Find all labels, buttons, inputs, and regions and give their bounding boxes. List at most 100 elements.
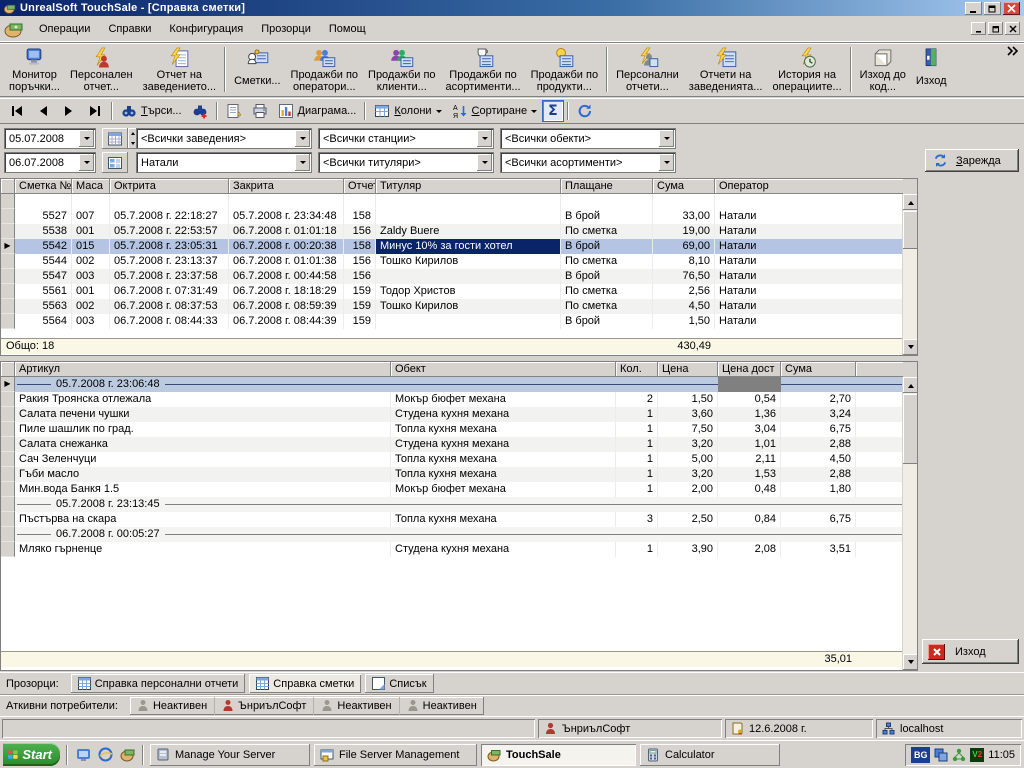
- table-cell[interactable]: 1,36: [718, 407, 781, 422]
- table-cell[interactable]: Студена кухня механа: [391, 437, 616, 452]
- station-filter-select[interactable]: <Всички станции>: [318, 128, 494, 149]
- scroll-thumb[interactable]: [903, 211, 918, 249]
- table-cell[interactable]: По сметка: [561, 284, 653, 299]
- load-button[interactable]: Зарежда: [925, 149, 1019, 172]
- column-header[interactable]: Артикул: [15, 362, 391, 377]
- table-cell[interactable]: 5561: [15, 284, 72, 299]
- table-cell[interactable]: В брой: [561, 209, 653, 224]
- date-to-picker[interactable]: 06.07.2008: [4, 152, 96, 173]
- search-next-button[interactable]: [187, 100, 213, 122]
- table-cell[interactable]: Салата печени чушки: [15, 407, 391, 422]
- task-touchsale[interactable]: TouchSale: [481, 744, 636, 766]
- table-cell[interactable]: 06.7.2008 г. 01:01:18: [229, 224, 344, 239]
- table-cell[interactable]: 1: [616, 407, 658, 422]
- table-cell[interactable]: 5538: [15, 224, 72, 239]
- table-cell[interactable]: 1: [616, 422, 658, 437]
- exit-to-code-button[interactable]: Изход докод...: [855, 45, 911, 94]
- titular-filter-select[interactable]: <Всички титуляри>: [318, 152, 494, 173]
- table-cell[interactable]: 6,75: [781, 422, 856, 437]
- table-cell[interactable]: [72, 194, 110, 209]
- user-slot-1[interactable]: Неактивен: [130, 697, 215, 715]
- table-cell[interactable]: 3,20: [658, 437, 718, 452]
- tab-list[interactable]: Списък: [365, 674, 433, 693]
- table-cell[interactable]: 1,53: [718, 467, 781, 482]
- table-cell[interactable]: 002: [72, 254, 110, 269]
- table-cell[interactable]: [110, 194, 229, 209]
- table-cell[interactable]: Студена кухня механа: [391, 407, 616, 422]
- table-cell[interactable]: 2,50: [658, 512, 718, 527]
- table-cell[interactable]: По сметка: [561, 299, 653, 314]
- table-cell[interactable]: 05.7.2008 г. 22:18:27: [110, 209, 229, 224]
- table-cell[interactable]: 5542: [15, 239, 72, 254]
- menu-configuration[interactable]: Конфигурация: [160, 20, 252, 38]
- column-header[interactable]: Оператор: [715, 179, 903, 194]
- table-cell[interactable]: Мляко гърненце: [15, 542, 391, 557]
- table-cell[interactable]: 05.7.2008 г. 23:05:31: [110, 239, 229, 254]
- table-cell[interactable]: Натали: [715, 254, 903, 269]
- table-cell[interactable]: Топла кухня механа: [391, 422, 616, 437]
- user-slot-3[interactable]: Неактивен: [314, 697, 399, 715]
- items-grid-scrollbar[interactable]: [902, 377, 917, 670]
- column-header[interactable]: Титуляр: [376, 179, 561, 194]
- table-row[interactable]: 554700305.7.2008 г. 23:37:5806.7.2008 г.…: [1, 269, 917, 284]
- column-header[interactable]: Отчет №: [344, 179, 376, 194]
- table-cell[interactable]: [376, 269, 561, 284]
- calendar-button[interactable]: [102, 128, 128, 149]
- next-record-button[interactable]: [56, 100, 82, 122]
- table-cell[interactable]: 2,08: [718, 542, 781, 557]
- table-cell[interactable]: Натали: [715, 314, 903, 329]
- column-header[interactable]: Плащане: [561, 179, 653, 194]
- mdi-close-button[interactable]: [1005, 22, 1020, 35]
- table-cell[interactable]: Топла кухня механа: [391, 452, 616, 467]
- table-cell[interactable]: 69,00: [653, 239, 715, 254]
- totals-toggle-button[interactable]: Σ: [542, 100, 564, 122]
- table-cell[interactable]: 2,56: [653, 284, 715, 299]
- table-cell[interactable]: 015: [72, 239, 110, 254]
- table-cell[interactable]: 3,51: [781, 542, 856, 557]
- table-cell[interactable]: Натали: [715, 239, 903, 254]
- table-cell[interactable]: Zaldy Buere: [376, 224, 561, 239]
- table-cell[interactable]: 156: [344, 224, 376, 239]
- column-header[interactable]: Обект: [391, 362, 616, 377]
- scroll-down-icon[interactable]: [903, 654, 918, 670]
- column-header[interactable]: Цена дост: [718, 362, 781, 377]
- table-cell[interactable]: 007: [72, 209, 110, 224]
- group-row[interactable]: 06.7.2008 г. 00:05:27: [1, 527, 917, 542]
- table-cell[interactable]: 1: [616, 542, 658, 557]
- table-row[interactable]: Пиле шашлик по град.Топла кухня механа17…: [1, 422, 917, 437]
- menu-help[interactable]: Помощ: [320, 20, 375, 38]
- sort-button[interactable]: АЯ Сортиране: [447, 100, 543, 122]
- table-row[interactable]: Салата снежанкаСтудена кухня механа13,20…: [1, 437, 917, 452]
- prev-record-button[interactable]: [30, 100, 56, 122]
- sales-by-operators-button[interactable]: Продажби пооператори...: [286, 45, 364, 94]
- table-cell[interactable]: 0,54: [718, 392, 781, 407]
- chevron-down-icon[interactable]: [477, 130, 492, 147]
- table-row[interactable]: Мляко гърненцеСтудена кухня механа13,902…: [1, 542, 917, 557]
- personal-reports-button[interactable]: Персоналниотчети...: [611, 45, 684, 94]
- accounts-grid-scrollbar[interactable]: [902, 194, 917, 355]
- table-cell[interactable]: 5,00: [658, 452, 718, 467]
- last-record-button[interactable]: [82, 100, 108, 122]
- table-cell[interactable]: [856, 422, 903, 437]
- table-cell[interactable]: Минус 10% за гости хотел: [376, 239, 561, 254]
- sales-by-clients-button[interactable]: Продажби поклиенти...: [363, 45, 441, 94]
- table-cell[interactable]: 8,10: [653, 254, 715, 269]
- table-cell[interactable]: 19,00: [653, 224, 715, 239]
- table-cell[interactable]: 3,24: [781, 407, 856, 422]
- tray-app-icon[interactable]: [934, 748, 948, 762]
- table-cell[interactable]: 06.7.2008 г. 08:44:33: [110, 314, 229, 329]
- table-cell[interactable]: 06.7.2008 г. 08:59:39: [229, 299, 344, 314]
- column-header[interactable]: Маса: [72, 179, 110, 194]
- table-row[interactable]: 552700705.7.2008 г. 22:18:2705.7.2008 г.…: [1, 209, 917, 224]
- table-cell[interactable]: Сач Зеленчуци: [15, 452, 391, 467]
- chevron-down-icon[interactable]: [295, 130, 310, 147]
- table-cell[interactable]: 2,11: [718, 452, 781, 467]
- table-cell[interactable]: 001: [72, 284, 110, 299]
- mdi-minimize-button[interactable]: [971, 22, 986, 35]
- table-cell[interactable]: 06.7.2008 г. 00:44:58: [229, 269, 344, 284]
- table-cell[interactable]: 06.7.2008 г. 00:20:38: [229, 239, 344, 254]
- table-cell[interactable]: [376, 209, 561, 224]
- table-row[interactable]: Салата печени чушкиСтудена кухня механа1…: [1, 407, 917, 422]
- table-cell[interactable]: 2,88: [781, 467, 856, 482]
- table-cell[interactable]: Тошко Кирилов: [376, 254, 561, 269]
